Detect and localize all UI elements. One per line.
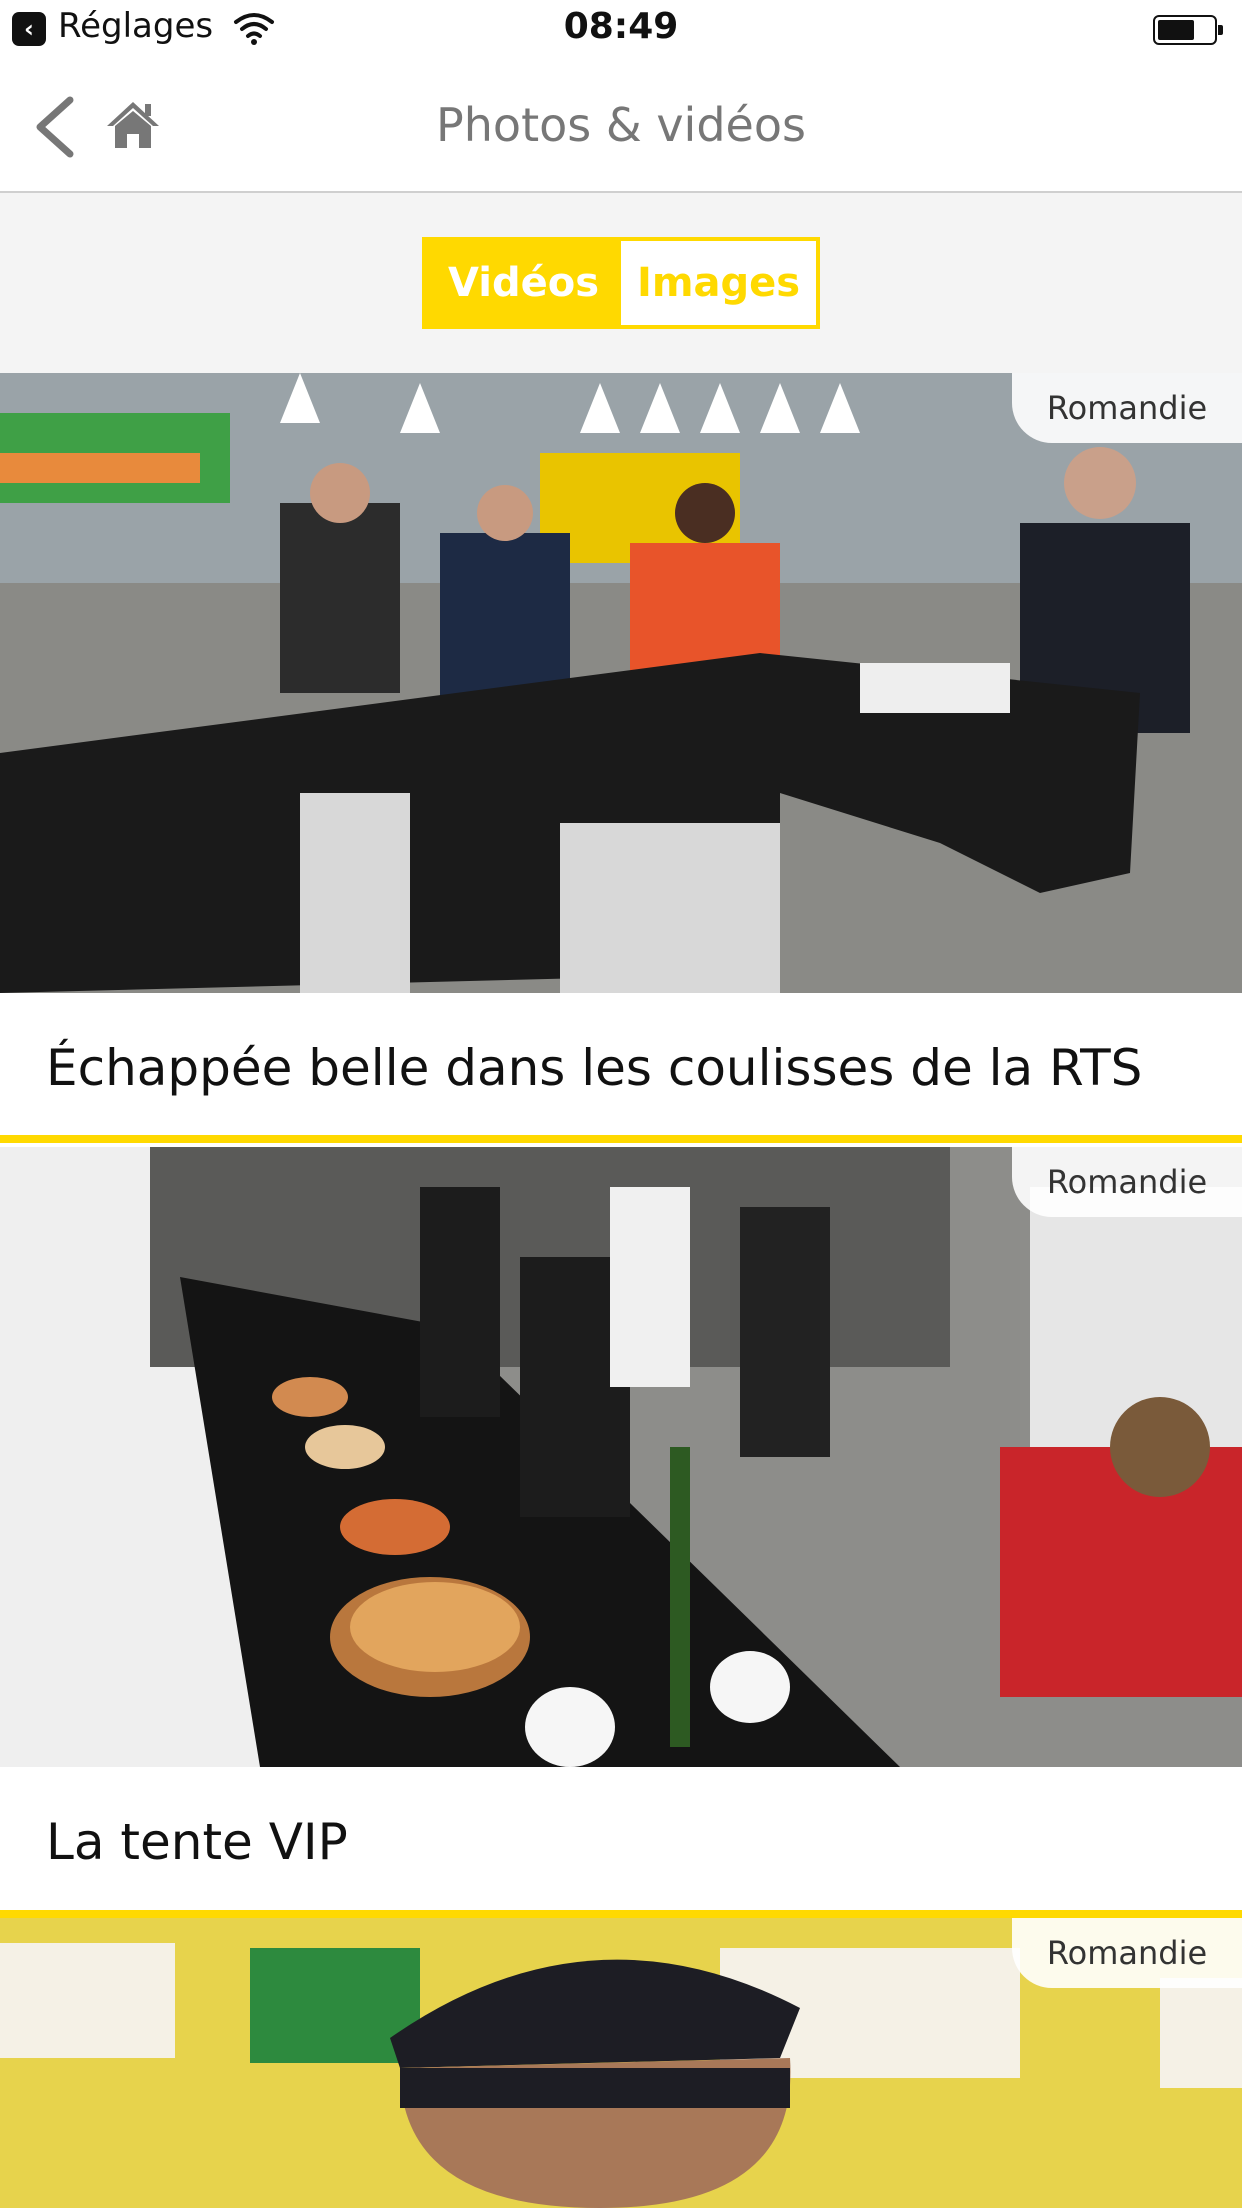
video-card[interactable]: Romandie [0,1918,1242,2208]
tab-images[interactable]: Images [621,241,816,325]
video-title[interactable]: Échappée belle dans les coulisses de la … [46,993,1202,1143]
media-type-switch: Vidéos Images [422,237,820,329]
battery-icon [1153,15,1223,45]
video-thumbnail[interactable]: Romandie [0,373,1242,993]
video-thumbnail[interactable]: Romandie [0,1918,1242,2208]
video-card[interactable]: Romandie La tente VIP [0,1147,1242,1917]
page-title: Photos & vidéos [436,98,806,152]
nav-bar: Photos & vidéos [0,60,1242,193]
status-time: 08:49 [563,6,679,47]
tour-de-romandie-logo: Romandie [1012,1147,1242,1217]
card-divider [0,1910,1242,1918]
status-bar: ‹ Réglages 08:49 [0,0,1242,60]
video-thumbnail[interactable]: Romandie [0,1147,1242,1767]
tab-videos[interactable]: Vidéos [426,241,621,325]
tour-de-romandie-logo: Romandie [1012,1918,1242,1988]
segment-area: Vidéos Images [0,193,1242,373]
card-divider [0,1135,1242,1143]
video-card[interactable]: Romandie Échappée belle dans les couliss… [0,373,1242,1143]
video-title[interactable]: La tente VIP [46,1767,1202,1917]
tour-de-romandie-logo: Romandie [1012,373,1242,443]
